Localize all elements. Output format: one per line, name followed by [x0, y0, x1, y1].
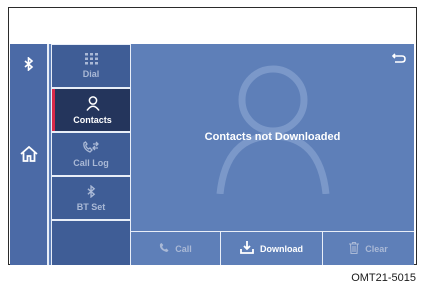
menu-item-contacts[interactable]: Contacts — [52, 89, 130, 131]
clear-button[interactable]: Clear — [323, 232, 414, 265]
bluetooth-icon — [86, 184, 96, 200]
call-log-icon — [82, 140, 100, 156]
infotainment-screen: Dial Contacts Call Log BT Set Contacts n… — [10, 44, 414, 265]
call-button-label: Call — [175, 243, 192, 254]
back-icon — [391, 50, 406, 67]
menu-empty-slot — [52, 221, 130, 265]
phone-menu: Dial Contacts Call Log BT Set — [51, 44, 131, 265]
status-message: Contacts not Downloaded — [204, 131, 341, 143]
download-button[interactable]: Download — [221, 232, 322, 265]
menu-item-bt-set[interactable]: BT Set — [52, 177, 130, 219]
call-button[interactable]: Call — [131, 232, 220, 265]
keypad-icon — [84, 53, 98, 67]
menu-item-call-log-label: Call Log — [73, 157, 109, 168]
menu-item-dial-label: Dial — [82, 69, 100, 79]
download-button-label: Download — [260, 243, 303, 254]
trash-icon — [349, 241, 360, 256]
home-icon — [19, 146, 38, 162]
figure-code: OMT21-5015 — [351, 272, 416, 284]
bluetooth-icon — [23, 57, 34, 71]
home-button[interactable] — [10, 134, 47, 174]
contacts-panel: Contacts not Downloaded Call Download Cl… — [131, 44, 414, 265]
clear-button-label: Clear — [365, 243, 388, 254]
action-bar: Call Download Clear — [131, 231, 414, 265]
menu-item-dial[interactable]: Dial — [52, 45, 130, 87]
left-rail — [10, 44, 49, 265]
download-icon — [240, 241, 254, 256]
back-button[interactable] — [391, 50, 406, 68]
person-icon — [85, 95, 100, 113]
menu-item-call-log[interactable]: Call Log — [52, 133, 130, 175]
bluetooth-status-button[interactable] — [10, 44, 47, 84]
menu-item-bt-set-label: BT Set — [76, 201, 106, 212]
menu-item-contacts-label: Contacts — [73, 114, 112, 125]
phone-icon — [159, 242, 169, 255]
